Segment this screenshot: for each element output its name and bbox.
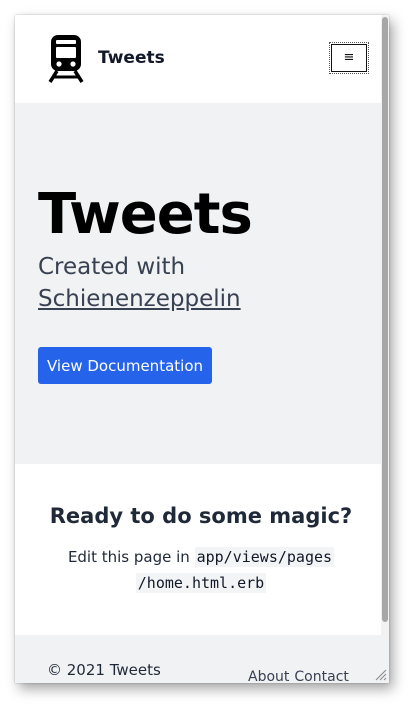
hero-section: Tweets Created with Schienenzeppelin Vie… bbox=[15, 103, 381, 464]
train-icon[interactable] bbox=[47, 33, 85, 83]
magic-text-prefix: Edit this page in bbox=[67, 548, 190, 566]
resize-grip-icon[interactable] bbox=[375, 669, 387, 681]
code-path-line1: app/views/pages bbox=[194, 547, 335, 567]
magic-text: Edit this page in app/views/pages /home.… bbox=[55, 544, 347, 596]
footer: © 2021 Tweets About Contact bbox=[15, 635, 389, 683]
scrollbar-thumb[interactable] bbox=[382, 17, 388, 622]
hamburger-icon: ≡ bbox=[343, 50, 355, 65]
hero-subtitle-text: Created with bbox=[38, 254, 186, 280]
footer-link-about[interactable]: About bbox=[248, 669, 289, 683]
hero-subtitle: Created with Schienenzeppelin bbox=[38, 251, 358, 315]
menu-toggle-button[interactable]: ≡ bbox=[329, 42, 369, 74]
navbar: Tweets ≡ bbox=[15, 15, 381, 103]
browser-window: Tweets ≡ Tweets Created with Schienenzep… bbox=[15, 15, 389, 683]
scrollbar[interactable] bbox=[381, 15, 389, 635]
copyright-text: © 2021 Tweets bbox=[47, 661, 161, 679]
view-documentation-button[interactable]: View Documentation bbox=[38, 347, 212, 384]
code-path-line2: /home.html.erb bbox=[135, 573, 267, 593]
brand-name[interactable]: Tweets bbox=[98, 48, 165, 68]
schienenzeppelin-link[interactable]: Schienenzeppelin bbox=[38, 286, 241, 312]
footer-links: About Contact bbox=[248, 669, 354, 683]
magic-heading: Ready to do some magic? bbox=[49, 504, 353, 528]
footer-link-contact[interactable]: Contact bbox=[294, 669, 348, 683]
magic-section: Ready to do some magic? Edit this page i… bbox=[15, 464, 381, 635]
hero-title: Tweets bbox=[38, 182, 253, 247]
